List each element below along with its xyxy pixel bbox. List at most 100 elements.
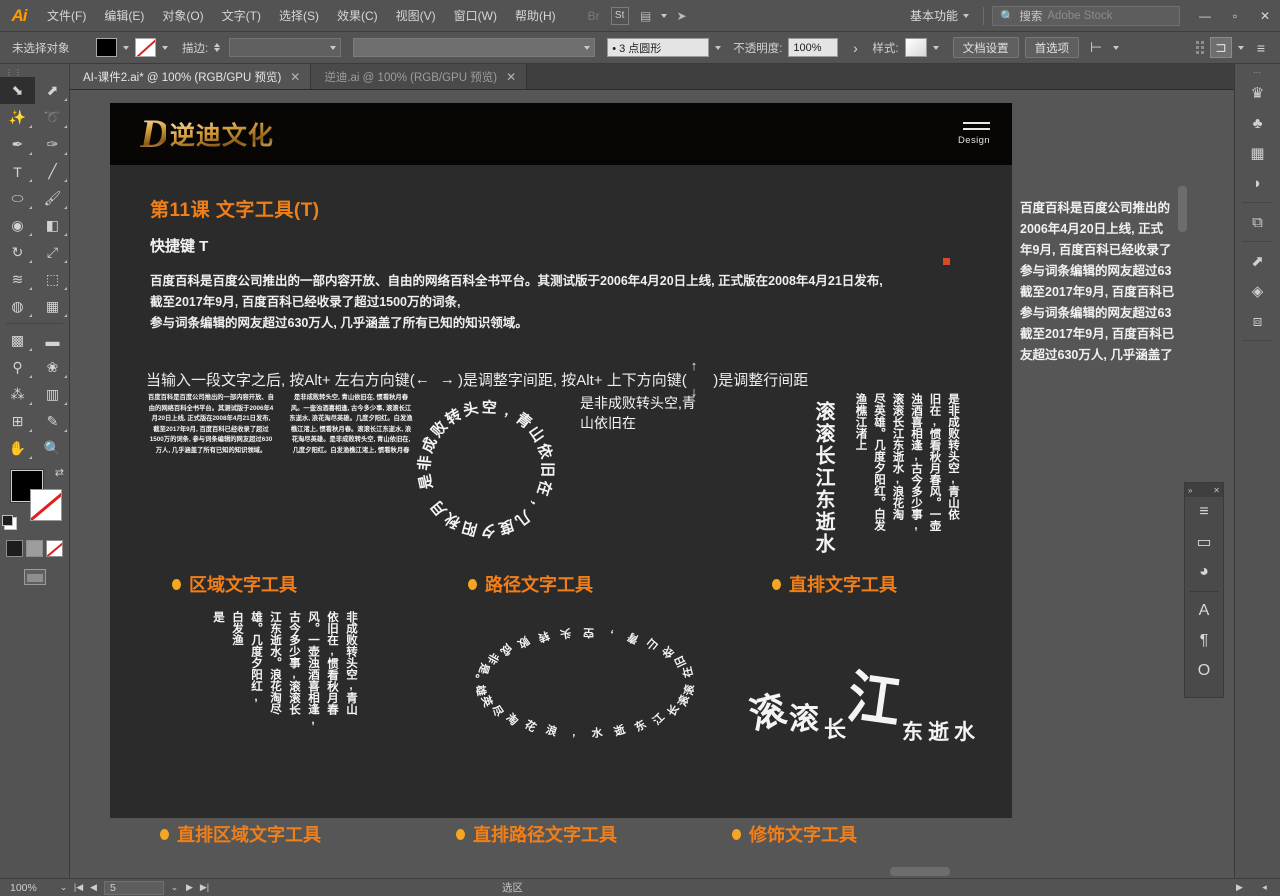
chevron-down-icon[interactable]	[660, 13, 667, 18]
paragraph-panel-icon[interactable]: ¶	[1185, 626, 1223, 656]
menu-window[interactable]: 窗口(W)	[445, 0, 506, 32]
brush-chevron-down-icon[interactable]	[715, 45, 722, 50]
brush-libraries-icon[interactable]: ♛	[1235, 78, 1280, 108]
paintbrush-tool[interactable]: 🖌	[35, 185, 70, 212]
window-close-button[interactable]: ✕	[1250, 0, 1280, 32]
hand-tool[interactable]: ✋	[0, 435, 35, 462]
artboard-panel-icon[interactable]: ▭	[1185, 527, 1223, 557]
menu-select[interactable]: 选择(S)	[270, 0, 328, 32]
sample-vertical-area-type[interactable]: 非成败转头空,青山 依旧在,惯看秋月春 风。一壶浊酒喜相逢, 古今多少事,滚滚长…	[210, 611, 358, 771]
nav-menu[interactable]: Design	[958, 122, 990, 146]
floating-panel-titlebar[interactable]: » ✕	[1185, 483, 1223, 497]
sample-type-on-path-2[interactable]: 是非成败转头空,青山依旧在	[580, 393, 700, 533]
color-panel-icon[interactable]: ◕	[1185, 557, 1223, 587]
sample-vertical-type-on-path[interactable]: 滚滚长江东逝水, 浪花淘尽英雄。是非成败转头空, 青山依旧在	[473, 623, 697, 743]
bridge-icon[interactable]: Br	[581, 5, 607, 27]
image-trace-icon[interactable]: ▦	[1235, 138, 1280, 168]
brush-definition-field[interactable]: • 3 点圆形	[607, 38, 710, 57]
align-icon[interactable]: ≡	[1185, 497, 1223, 527]
dock-grip[interactable]: ⋯	[1235, 66, 1280, 78]
sample-touch-type[interactable]: 滚滚长江东逝水	[746, 664, 975, 744]
next-artboard-button[interactable]: ▶	[182, 882, 197, 893]
search-stock-input[interactable]: 🔍 搜索 Adobe Stock	[992, 5, 1180, 26]
status-grip-icon[interactable]: ◂	[1257, 882, 1272, 893]
symbols-icon[interactable]: ♣	[1235, 108, 1280, 138]
horizontal-scrollbar[interactable]	[890, 867, 950, 876]
stroke-swatch[interactable]	[30, 489, 62, 521]
stock-icon[interactable]: St	[610, 6, 629, 25]
fill-chevron-down-icon[interactable]	[123, 45, 129, 50]
close-icon[interactable]: ✕	[506, 70, 516, 84]
tools-panel-grip[interactable]: ⋮⋮	[0, 68, 69, 77]
menu-help[interactable]: 帮助(H)	[506, 0, 565, 32]
opacity-flyout-icon[interactable]: ›	[844, 40, 866, 56]
menu-object[interactable]: 对象(O)	[153, 0, 212, 32]
shape-builder-tool[interactable]: ◍	[0, 293, 35, 320]
close-icon[interactable]: ✕	[1213, 486, 1220, 495]
variable-width-profile-field[interactable]	[353, 38, 596, 57]
column-graph-tool[interactable]: ▥	[35, 381, 70, 408]
collapse-icon[interactable]: »	[1188, 486, 1192, 495]
direct-selection-tool[interactable]: ⬈	[35, 77, 70, 104]
artboards-icon[interactable]: ⬈	[1235, 246, 1280, 276]
curvature-tool[interactable]: ✑	[35, 131, 70, 158]
sample-vertical-type[interactable]: 滚滚长江东逝水	[810, 401, 836, 555]
pathfinder-icon[interactable]: ⧈	[1235, 306, 1280, 336]
eraser-tool[interactable]: ◧	[35, 212, 70, 239]
shaper-tool[interactable]: ◉	[0, 212, 35, 239]
document-setup-button[interactable]: 文档设置	[952, 37, 1019, 58]
arrange-chevron-down-icon[interactable]	[1238, 45, 1244, 50]
pasteboard-overflow-text[interactable]: 百度百科是百度公司推出的 2006年4月20日上线, 正式 年9月, 百度百科已…	[1020, 198, 1234, 366]
width-tool[interactable]: ≋	[0, 266, 35, 293]
close-icon[interactable]: ✕	[290, 70, 300, 84]
preferences-button[interactable]: 首选项	[1024, 37, 1080, 58]
symbol-sprayer-tool[interactable]: ⁂	[0, 381, 35, 408]
sample-type-on-path[interactable]: 是非成败转头空,青山依旧在,几度夕阳秋月	[406, 391, 566, 546]
selection-tool[interactable]: ⬊	[0, 77, 35, 104]
type-tool[interactable]: T	[0, 158, 35, 185]
vertical-scrollbar[interactable]	[1178, 186, 1187, 232]
sample-vertical-type-poem[interactable]: 是非成败转头空,青山依 旧在,惯看秋月春风。一壶 浊酒喜相逢,古今多少事, 滚滚…	[852, 393, 960, 543]
arrange-icon[interactable]: ⊐	[1210, 37, 1232, 58]
lasso-tool[interactable]: ➰	[35, 104, 70, 131]
play-icon[interactable]: ▶	[1232, 882, 1247, 893]
panel-grip[interactable]	[1196, 41, 1204, 54]
sample-area-type[interactable]: 百度百科是百度公司推出的一部内容开放、自由的网络百科全书平台。其测试版于2006…	[148, 393, 274, 535]
menu-edit[interactable]: 编辑(E)	[95, 0, 153, 32]
artboard[interactable]: D 逆迪文化 Design 第11课 文字工具(T) 快捷键 T 百度百科是百度…	[110, 103, 1012, 845]
align-chevron-down-icon[interactable]	[1113, 45, 1120, 50]
blend-tool[interactable]: ❀	[35, 354, 70, 381]
zoom-chevron-down-icon[interactable]: ⌄	[56, 882, 71, 893]
rocket-icon[interactable]: ➤	[669, 5, 695, 27]
canvas-scroll-area[interactable]: 百度百科是百度公司推出的 2006年4月20日上线, 正式 年9月, 百度百科已…	[70, 90, 1234, 878]
previous-artboard-button[interactable]: ◀	[86, 882, 101, 893]
hamburger-icon[interactable]	[958, 122, 990, 130]
graphic-style-swatch[interactable]	[904, 38, 927, 57]
opacity-panel-icon[interactable]: O	[1185, 656, 1223, 686]
gradient-tool[interactable]: ▬	[35, 327, 70, 354]
tab-ai-kejian2[interactable]: AI-课件2.ai* @ 100% (RGB/GPU 预览) ✕	[70, 64, 312, 89]
artboard-tool[interactable]: ⊞	[0, 408, 35, 435]
ellipse-tool[interactable]: ⬭	[0, 185, 35, 212]
zoom-level-field[interactable]: 100%	[0, 882, 56, 894]
gradient-mode-icon[interactable]	[26, 540, 43, 557]
menu-type[interactable]: 文字(T)	[213, 0, 270, 32]
gradient-icon[interactable]: ◗	[1235, 168, 1280, 198]
menu-effect[interactable]: 效果(C)	[328, 0, 387, 32]
stroke-weight-field[interactable]	[229, 38, 342, 57]
menu-file[interactable]: 文件(F)	[38, 0, 95, 32]
swap-fill-stroke-icon[interactable]: ⇄	[55, 466, 64, 479]
none-mode-icon[interactable]	[46, 540, 63, 557]
transform-icon[interactable]: ⧉	[1235, 207, 1280, 237]
free-transform-tool[interactable]: ⬚	[35, 266, 70, 293]
rotate-tool[interactable]: ↻	[0, 239, 35, 266]
eyedropper-tool[interactable]: ⚲	[0, 354, 35, 381]
arrange-documents-icon[interactable]: ▤	[633, 5, 659, 27]
sample-area-type-2[interactable]: 是非成败转头空, 青山依旧在, 惯看秋月春风。一壶浊酒喜相逢, 古今多少事, 滚…	[288, 393, 414, 535]
stroke-weight-stepper[interactable]	[214, 43, 221, 52]
artboard-number-field[interactable]: 5	[104, 880, 164, 895]
window-maximize-button[interactable]: ▫	[1220, 0, 1250, 32]
pen-tool[interactable]: ✒	[0, 131, 35, 158]
align-icon[interactable]: ⊢	[1085, 39, 1107, 56]
stroke-chevron-down-icon[interactable]	[162, 45, 168, 50]
